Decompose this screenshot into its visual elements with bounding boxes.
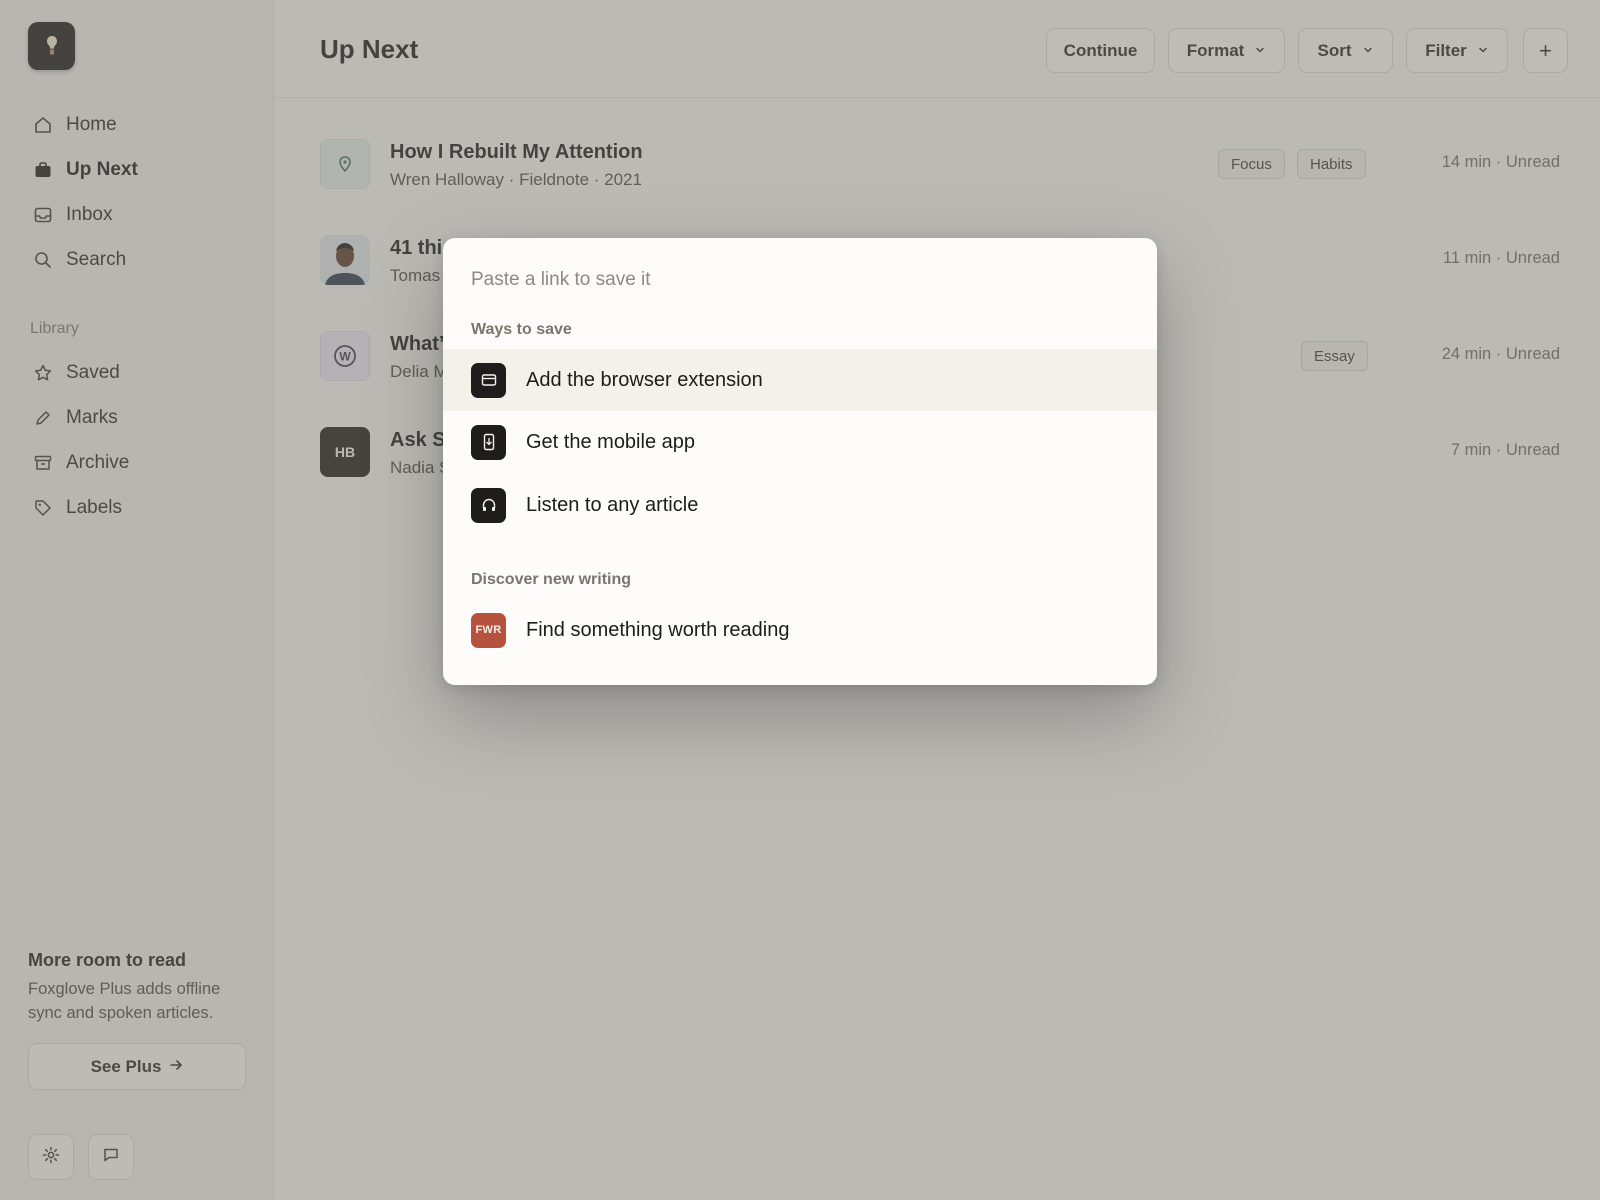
ways-to-save-heading: Ways to save xyxy=(471,321,572,338)
listen-to-article-item[interactable]: Listen to any article xyxy=(443,474,1157,536)
browser-icon xyxy=(471,362,506,398)
menu-item-label: Find something worth reading xyxy=(526,618,790,641)
phone-icon xyxy=(471,424,506,460)
paste-link-input[interactable] xyxy=(471,260,1121,300)
headphones-icon xyxy=(471,487,506,523)
menu-item-label: Listen to any article xyxy=(526,493,699,516)
menu-item-label: Get the mobile app xyxy=(526,430,695,453)
find-something-item[interactable]: FWR Find something worth reading xyxy=(443,599,1157,661)
save-link-dialog: Ways to save Add the browser extension G… xyxy=(443,238,1157,685)
add-browser-extension-item[interactable]: Add the browser extension xyxy=(443,349,1157,411)
get-mobile-app-item[interactable]: Get the mobile app xyxy=(443,411,1157,473)
fwr-badge: FWR xyxy=(471,612,506,648)
discover-heading: Discover new writing xyxy=(471,571,632,588)
menu-item-label: Add the browser extension xyxy=(526,368,763,391)
